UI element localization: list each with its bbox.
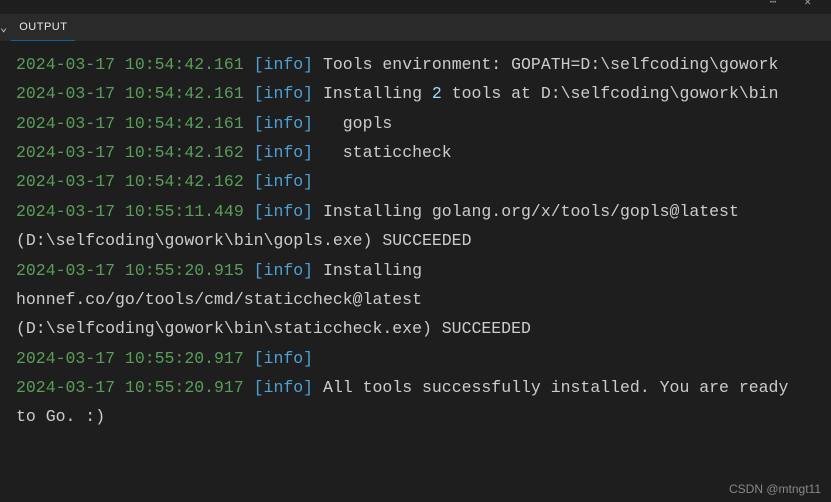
log-number: 2 xyxy=(432,84,442,103)
log-message xyxy=(313,172,323,191)
log-level: [info] xyxy=(254,378,313,397)
log-timestamp: 2024-03-17 10:55:11.449 xyxy=(16,202,244,221)
log-timestamp: 2024-03-17 10:54:42.161 xyxy=(16,55,244,74)
log-message: staticcheck xyxy=(313,143,452,162)
close-icon[interactable]: ✕ xyxy=(804,0,811,9)
output-panel: 2024-03-17 10:54:42.161 [info] Tools env… xyxy=(0,42,831,502)
log-level: [info] xyxy=(254,55,313,74)
log-line: 2024-03-17 10:54:42.162 [info] xyxy=(16,167,815,196)
more-icon[interactable]: ⋯ xyxy=(770,0,777,9)
log-line: 2024-03-17 10:55:11.449 [info] Installin… xyxy=(16,197,815,256)
log-message: tools at D:\selfcoding\gowork\bin xyxy=(442,84,779,103)
log-timestamp: 2024-03-17 10:54:42.162 xyxy=(16,172,244,191)
log-timestamp: 2024-03-17 10:55:20.917 xyxy=(16,349,244,368)
log-timestamp: 2024-03-17 10:55:20.915 xyxy=(16,261,244,280)
watermark: CSDN @mtngt11 xyxy=(729,482,821,496)
log-level: [info] xyxy=(254,349,313,368)
title-bar: ⋯ ✕ xyxy=(0,0,831,14)
log-level: [info] xyxy=(254,172,313,191)
log-level: [info] xyxy=(254,202,313,221)
scrollbar[interactable] xyxy=(818,42,831,502)
log-level: [info] xyxy=(254,143,313,162)
log-line: 2024-03-17 10:55:20.917 [info] xyxy=(16,344,815,373)
log-line: 2024-03-17 10:55:20.915 [info] Installin… xyxy=(16,256,815,344)
log-line: 2024-03-17 10:54:42.161 [info] Tools env… xyxy=(16,50,815,79)
log-line: 2024-03-17 10:54:42.162 [info] staticche… xyxy=(16,138,815,167)
log-message xyxy=(313,349,323,368)
log-timestamp: 2024-03-17 10:54:42.161 xyxy=(16,114,244,133)
log-message: Installing xyxy=(313,84,432,103)
log-level: [info] xyxy=(254,261,313,280)
log-timestamp: 2024-03-17 10:54:42.161 xyxy=(16,84,244,103)
log-level: [info] xyxy=(254,84,313,103)
log-level: [info] xyxy=(254,114,313,133)
log-timestamp: 2024-03-17 10:54:42.162 xyxy=(16,143,244,162)
log-line: 2024-03-17 10:54:42.161 [info] gopls xyxy=(16,109,815,138)
tab-output[interactable]: OUTPUT xyxy=(11,14,75,41)
log-line: 2024-03-17 10:55:20.917 [info] All tools… xyxy=(16,373,815,432)
log-line: 2024-03-17 10:54:42.161 [info] Installin… xyxy=(16,79,815,108)
panel-tabs: ⌄ OUTPUT xyxy=(0,14,831,42)
log-timestamp: 2024-03-17 10:55:20.917 xyxy=(16,378,244,397)
log-message: Tools environment: GOPATH=D:\selfcoding\… xyxy=(313,55,778,74)
log-message: gopls xyxy=(313,114,392,133)
chevron-down-icon[interactable]: ⌄ xyxy=(0,20,11,35)
